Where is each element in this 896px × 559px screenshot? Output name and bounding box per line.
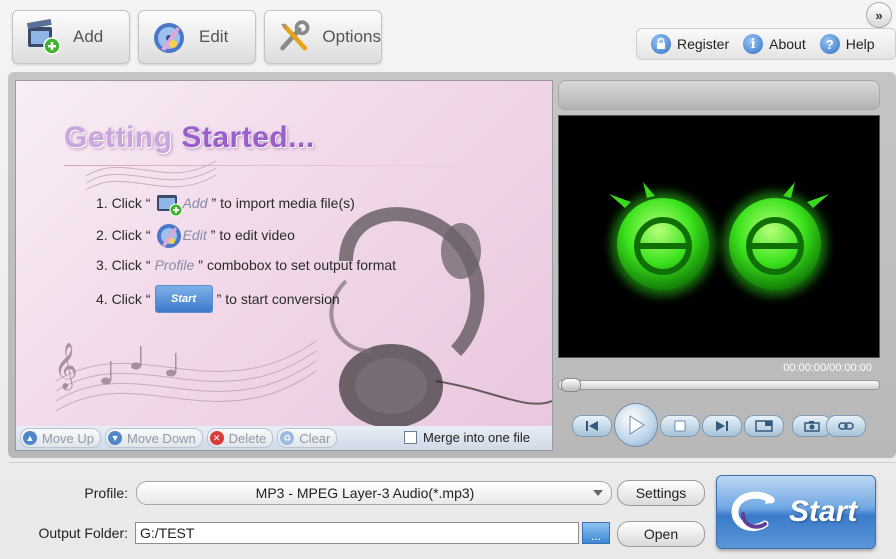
window-icon bbox=[755, 420, 773, 432]
play-icon bbox=[629, 415, 645, 435]
preview-screen bbox=[558, 115, 880, 358]
play-button[interactable] bbox=[614, 403, 658, 447]
delete-icon: ✕ bbox=[209, 431, 224, 445]
link-icon bbox=[838, 422, 854, 430]
options-label: Options bbox=[322, 27, 381, 46]
edit-button[interactable]: Edit bbox=[138, 10, 256, 64]
profile-label: Profile: bbox=[84, 485, 128, 501]
title-divider bbox=[64, 165, 484, 166]
step-1: 1. Click “ Add ” to import media file(s) bbox=[96, 189, 355, 217]
add-button[interactable]: Add bbox=[12, 10, 130, 64]
step-2: 2. Click “ Edit ” to edit video bbox=[96, 221, 295, 249]
about-link[interactable]: i About bbox=[743, 34, 806, 54]
timecode: 00:00:00/00:00:00 bbox=[783, 362, 872, 374]
fullscreen-button[interactable] bbox=[744, 415, 784, 437]
stop-button[interactable] bbox=[660, 415, 700, 437]
expand-button[interactable]: » bbox=[866, 2, 892, 28]
help-link[interactable]: ? Help bbox=[819, 34, 875, 54]
edit-label: Edit bbox=[199, 27, 229, 46]
profile-value: MP3 - MPEG Layer-3 Audio(*.mp3) bbox=[255, 485, 475, 501]
tools-icon bbox=[280, 20, 310, 51]
move-down-button[interactable]: ▼ Move Down bbox=[105, 428, 203, 448]
recycle-icon: ♻ bbox=[280, 431, 295, 445]
settings-button[interactable]: Settings bbox=[617, 480, 705, 506]
logo-eyes-icon bbox=[609, 182, 829, 296]
about-label: About bbox=[769, 36, 806, 52]
add-icon bbox=[26, 19, 61, 55]
skip-forward-icon bbox=[716, 421, 728, 431]
register-link[interactable]: Register bbox=[651, 34, 729, 54]
register-label: Register bbox=[677, 36, 730, 52]
seek-bar[interactable] bbox=[558, 380, 880, 390]
edit-icon bbox=[154, 23, 184, 53]
clear-button[interactable]: ♻ Clear bbox=[277, 428, 338, 448]
arrow-up-icon: ▲ bbox=[23, 431, 37, 445]
getting-started-title: Getting Started... bbox=[64, 121, 315, 154]
move-up-button[interactable]: ▲ Move Up bbox=[20, 428, 102, 448]
chevron-down-icon bbox=[593, 490, 603, 496]
delete-button[interactable]: ✕ Delete bbox=[206, 428, 274, 448]
info-icon: i bbox=[743, 34, 764, 54]
step-3: 3. Click “ Profile ” combobox to set out… bbox=[96, 257, 397, 273]
options-button[interactable]: Options bbox=[264, 10, 382, 64]
merge-checkbox-box[interactable] bbox=[404, 431, 417, 444]
camera-icon bbox=[804, 421, 820, 432]
open-button[interactable]: Open bbox=[617, 521, 705, 547]
step-4: 4. Click “ Start ” to start conversion bbox=[96, 285, 340, 313]
question-icon: ? bbox=[819, 34, 840, 54]
prev-button[interactable] bbox=[572, 415, 612, 437]
svg-text:𝄞: 𝄞 bbox=[54, 343, 78, 391]
add-icon bbox=[156, 195, 183, 217]
edit-icon bbox=[156, 224, 181, 248]
start-button[interactable]: Start bbox=[716, 475, 876, 549]
convert-swirl-icon bbox=[731, 491, 775, 531]
merge-checkbox[interactable]: Merge into one file bbox=[404, 430, 530, 445]
stop-icon bbox=[674, 420, 686, 432]
profile-select[interactable]: MP3 - MPEG Layer-3 Audio(*.mp3) bbox=[136, 481, 612, 505]
output-folder-input[interactable] bbox=[135, 522, 579, 544]
add-label: Add bbox=[73, 27, 104, 46]
start-mini-icon: Start bbox=[154, 285, 213, 313]
start-label: Start bbox=[789, 495, 858, 528]
file-list-area[interactable]: 𝄞 Getting Started... 1. Click “ Add ” to… bbox=[15, 80, 553, 427]
output-folder-label: Output Folder: bbox=[38, 525, 129, 541]
bottom-divider bbox=[8, 462, 896, 463]
merge-label: Merge into one file bbox=[423, 430, 530, 445]
seek-handle[interactable] bbox=[561, 378, 581, 392]
browse-button[interactable]: ... bbox=[582, 522, 610, 544]
arrow-down-icon: ▼ bbox=[108, 431, 123, 445]
lock-icon bbox=[651, 34, 671, 54]
player-title-bar bbox=[558, 80, 880, 110]
help-label: Help bbox=[845, 36, 875, 52]
list-action-bar: ▲ Move Up ▼ Move Down ✕ Delete ♻ Clear M… bbox=[15, 426, 553, 451]
skip-back-icon bbox=[586, 421, 598, 431]
next-button[interactable] bbox=[702, 415, 742, 437]
snapshot-folder-button[interactable] bbox=[826, 415, 866, 437]
help-bar: Register i About ? Help bbox=[636, 28, 896, 60]
